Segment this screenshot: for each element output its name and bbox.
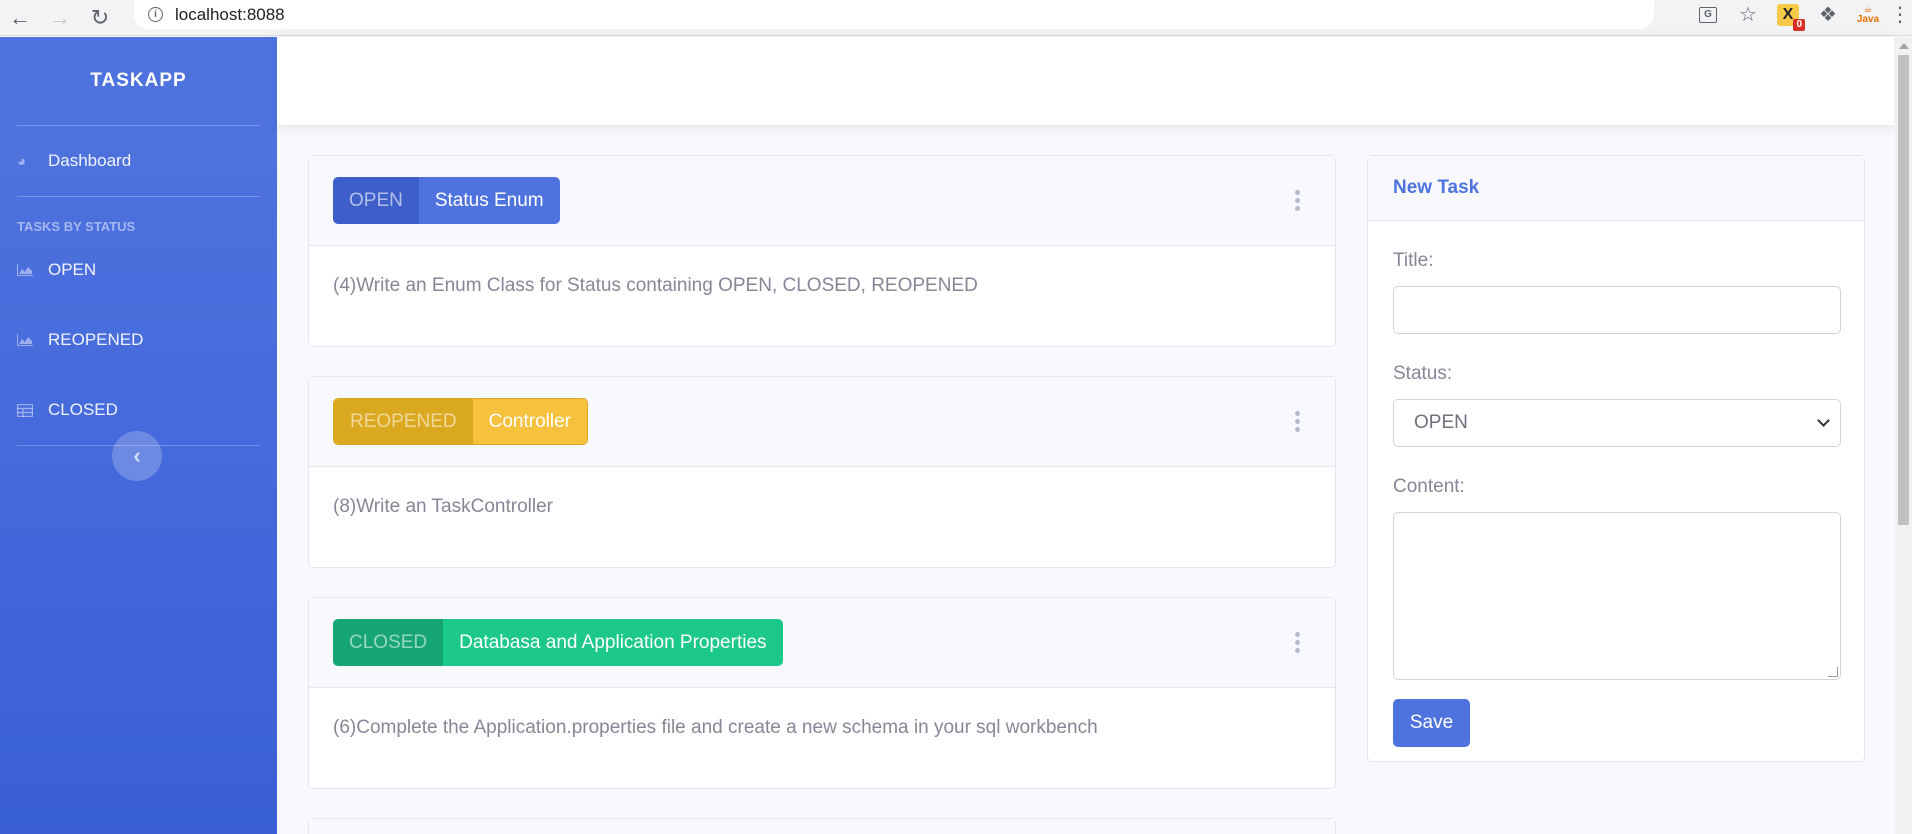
status-select-value: OPEN (1414, 412, 1468, 433)
task-card-header: REOPENED Controller (309, 377, 1335, 467)
task-content: (4)Write an Enum Class for Status contai… (333, 275, 978, 296)
sidebar-heading: TASKS BY STATUS (17, 219, 136, 234)
title-input[interactable] (1393, 286, 1841, 334)
chart-area-icon (17, 333, 35, 347)
chevron-down-icon (1817, 414, 1830, 427)
task-menu-icon[interactable] (1295, 632, 1301, 653)
task-menu-icon[interactable] (1295, 190, 1301, 211)
task-badge-group: REOPENED Controller (333, 398, 589, 445)
task-card: OPEN Status Enum (4)Write an Enum Class … (308, 155, 1336, 347)
sidebar-item-reopened[interactable]: REOPENED (0, 305, 277, 375)
task-card: REOPENED Controller (8)Write an TaskCont… (308, 376, 1336, 568)
scroll-up-icon[interactable] (1899, 43, 1909, 49)
sidebar-item-label: REOPENED (48, 330, 144, 349)
content-textarea[interactable] (1393, 512, 1841, 680)
url-text[interactable]: localhost:8088 (175, 5, 285, 25)
resize-grip-icon[interactable] (1828, 667, 1838, 677)
page-scrollbar[interactable] (1895, 37, 1912, 834)
java-icon[interactable]: ☕ Java (1848, 0, 1888, 29)
info-icon[interactable]: i (148, 7, 163, 22)
task-card-header: OPEN Status Enum (309, 156, 1335, 246)
task-badge-group: CLOSED Databasa and Application Properti… (333, 619, 783, 666)
reload-icon[interactable]: ↻ (80, 0, 120, 36)
task-card-header (309, 819, 1335, 834)
translate-icon[interactable]: G (1688, 0, 1728, 29)
menu-kebab-icon[interactable]: ⋮ (1888, 0, 1912, 29)
content-label: Content: (1393, 476, 1465, 497)
task-card-header: CLOSED Databasa and Application Properti… (309, 598, 1335, 688)
sidebar-item-label: CLOSED (48, 400, 118, 419)
sidebar-item-label: OPEN (48, 260, 97, 279)
task-card: CLOSED Databasa and Application Properti… (308, 597, 1336, 789)
sidebar-item-dashboard[interactable]: ◕ Dashboard (0, 126, 277, 196)
status-badge: OPEN (333, 177, 419, 224)
task-content: (6)Complete the Application.properties f… (333, 717, 1098, 738)
save-button[interactable]: Save (1393, 699, 1470, 747)
status-badge: CLOSED (333, 619, 444, 666)
topbar (277, 37, 1894, 125)
status-badge: REOPENED (334, 399, 473, 444)
chevron-left-icon: ‹ (133, 443, 141, 468)
scroll-thumb[interactable] (1898, 55, 1909, 525)
browser-actions: G ☆ X0 ❖ ☕ Java ⋮ (1688, 0, 1912, 31)
status-label: Status: (1393, 363, 1453, 384)
sidebar-toggle-button[interactable]: ‹ (112, 431, 162, 481)
sidebar-item-open[interactable]: OPEN (0, 235, 277, 305)
chart-area-icon (17, 263, 35, 277)
table-icon (17, 403, 35, 417)
extensions-puzzle-icon[interactable]: ❖ (1808, 0, 1848, 29)
task-title: Controller (472, 399, 588, 444)
brand-logo[interactable]: TASKAPP (0, 37, 277, 125)
new-task-card: New Task Title: Status: OPEN Content: Sa… (1367, 155, 1865, 762)
extension-x-icon[interactable]: X0 (1768, 0, 1808, 31)
task-badge-group: OPEN Status Enum (333, 177, 560, 224)
task-card (308, 818, 1336, 834)
bookmark-star-icon[interactable]: ☆ (1728, 0, 1768, 29)
back-icon[interactable]: ← (0, 0, 40, 36)
extension-badge: 0 (1793, 18, 1805, 31)
status-select[interactable]: OPEN (1393, 399, 1841, 447)
forward-icon[interactable]: → (40, 0, 80, 36)
title-label: Title: (1393, 250, 1434, 271)
new-task-header: New Task (1368, 156, 1864, 221)
task-title: Databasa and Application Properties (443, 619, 783, 666)
task-content: (8)Write an TaskController (333, 496, 553, 517)
task-menu-icon[interactable] (1295, 411, 1301, 432)
task-title: Status Enum (418, 177, 560, 224)
address-bar[interactable]: i localhost:8088 (134, 0, 1654, 29)
sidebar-item-label: Dashboard (48, 151, 132, 170)
tachometer-icon: ◕ (17, 152, 27, 170)
